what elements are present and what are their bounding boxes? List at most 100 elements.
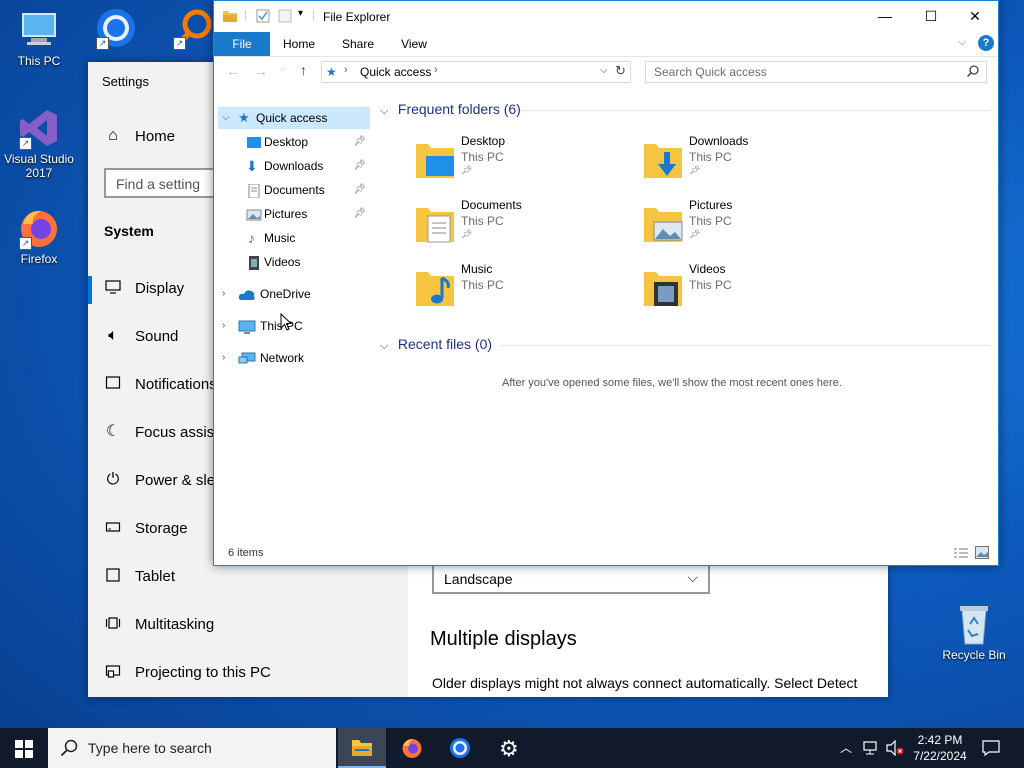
frequent-folders-header[interactable]: ⌵ Frequent folders (6) [380, 101, 521, 118]
recent-locations-icon[interactable]: ⌵ [280, 63, 287, 74]
settings-item-projecting[interactable]: Projecting to this PC [88, 654, 408, 694]
folder-tile-desktop[interactable]: Desktop This PC 📌︎ [414, 134, 634, 190]
settings-item-label: Display [135, 280, 185, 297]
address-dropdown-icon[interactable]: ⌵ [600, 65, 608, 76]
folder-name: Documents [461, 198, 522, 212]
settings-item-label: Sound [135, 328, 179, 345]
nav-item-network[interactable]: › Network [218, 347, 370, 369]
minimize-button[interactable]: — [862, 1, 908, 31]
nav-item-music[interactable]: ♪ Music [218, 227, 370, 249]
desktop-icon-label: Firefox [20, 252, 58, 266]
nav-label: Documents [264, 183, 325, 197]
address-box[interactable]: ★ › Quick access › ⌵ ↻ [321, 61, 631, 83]
network-status-icon[interactable] [862, 740, 880, 759]
new-folder-icon[interactable] [278, 9, 292, 26]
nav-label: OneDrive [260, 287, 311, 301]
desktop-icon-recycle-bin[interactable]: Recycle Bin [936, 602, 1012, 662]
tab-file[interactable]: File [214, 32, 270, 56]
properties-icon[interactable] [256, 9, 270, 26]
section-divider [500, 345, 990, 346]
pin-icon: 📌︎ [461, 229, 473, 239]
nav-item-documents[interactable]: Documents 📌︎ [218, 179, 370, 201]
settings-item-label: Multitasking [135, 616, 215, 633]
maximize-button[interactable]: ☐ [908, 1, 954, 31]
pin-icon: 📌︎ [353, 184, 366, 195]
desktop-icon-chrome[interactable]: ↗ [78, 6, 154, 62]
folder-tile-documents[interactable]: Documents This PC 📌︎ [414, 198, 634, 254]
nav-item-this-pc[interactable]: › This PC [218, 315, 370, 337]
tab-home[interactable]: Home [278, 32, 320, 56]
back-arrow-icon[interactable]: ← [226, 63, 240, 79]
forward-arrow-icon[interactable]: → [254, 63, 268, 79]
downloads-folder-icon [642, 138, 684, 182]
folder-tile-videos[interactable]: Videos This PC [642, 262, 862, 318]
folder-location: This PC [461, 278, 504, 292]
expand-arrow-icon[interactable]: ⌵ [222, 107, 232, 129]
desktop-folder-icon [414, 138, 456, 182]
nav-item-desktop[interactable]: Desktop 📌︎ [218, 131, 370, 153]
folder-tile-downloads[interactable]: Downloads This PC 📌︎ [642, 134, 862, 190]
settings-item-label: Tablet [135, 568, 176, 585]
refresh-icon[interactable]: ↻ [615, 63, 626, 79]
up-arrow-icon[interactable]: ↑ [300, 62, 307, 78]
expand-ribbon-icon[interactable]: ⌵ [958, 36, 966, 49]
volume-muted-icon[interactable] [886, 739, 904, 759]
search-input[interactable]: Search Quick access [645, 61, 987, 83]
settings-item-multitasking[interactable]: Multitasking [88, 606, 408, 646]
recent-files-header[interactable]: ⌵ Recent files (0) [380, 336, 492, 353]
projecting-icon [104, 663, 122, 681]
taskbar: Type here to search ⚙ ︿ 2:42 PM 7/22/202… [0, 728, 1024, 768]
collapse-chevron-icon[interactable]: ⌵ [380, 105, 394, 118]
pin-icon: 📌︎ [353, 160, 366, 171]
explorer-title-bar[interactable]: | ▾ | File Explorer — ☐ ✕ [214, 1, 998, 32]
taskbar-search-input[interactable]: Type here to search [48, 728, 336, 768]
large-icons-view-icon[interactable] [975, 546, 989, 562]
folder-name: Desktop [461, 134, 506, 148]
search-icon [966, 64, 980, 81]
multiple-displays-text: Older displays might not always connect … [432, 675, 858, 691]
folder-tile-pictures[interactable]: Pictures This PC 📌︎ [642, 198, 862, 254]
close-button[interactable]: ✕ [952, 1, 998, 31]
settings-section-heading: System [104, 223, 154, 239]
tab-view[interactable]: View [394, 32, 434, 56]
folder-tile-music[interactable]: Music This PC [414, 262, 634, 318]
nav-label: Network [260, 351, 305, 365]
show-hidden-icons-chevron-icon[interactable]: ︿ [840, 739, 852, 756]
action-center-icon[interactable] [982, 739, 1000, 760]
file-explorer-window[interactable]: | ▾ | File Explorer — ☐ ✕ File Home Shar… [213, 0, 999, 566]
multiple-displays-heading: Multiple displays [430, 628, 577, 650]
customize-toolbar-icon[interactable]: ▾ [298, 8, 303, 19]
desktop-icon-label: This PC [17, 54, 61, 68]
orientation-dropdown[interactable]: Landscape ⌵ [432, 564, 710, 594]
nav-label: Downloads [264, 159, 324, 173]
nav-item-onedrive[interactable]: › OneDrive [218, 283, 370, 305]
windows-start-icon[interactable] [15, 740, 33, 761]
taskbar-clock[interactable]: 2:42 PM 7/22/2024 [905, 732, 975, 764]
expand-arrow-icon[interactable]: › [222, 347, 232, 369]
nav-item-pictures[interactable]: Pictures 📌︎ [218, 203, 370, 225]
tab-share[interactable]: Share [336, 32, 380, 56]
film-icon [246, 255, 262, 270]
help-icon[interactable]: ? [978, 35, 994, 51]
taskbar-app-firefox[interactable] [388, 728, 436, 768]
collapse-chevron-icon[interactable]: ⌵ [380, 340, 394, 353]
settings-item-label: Projecting to this PC [135, 664, 271, 681]
details-view-icon[interactable] [953, 547, 969, 562]
breadcrumb[interactable]: Quick access [360, 65, 431, 79]
speaker-icon: 🔈︎ [108, 327, 118, 344]
document-icon [246, 183, 262, 199]
taskbar-app-settings[interactable]: ⚙ [486, 728, 534, 768]
nav-item-videos[interactable]: Videos [218, 251, 370, 273]
taskbar-app-chrome[interactable] [436, 728, 484, 768]
desktop-icon-visual-studio[interactable]: ↗ Visual Studio 2017 [1, 106, 77, 180]
taskbar-app-file-explorer[interactable] [338, 728, 386, 768]
chevron-down-icon: ⌵ [687, 569, 698, 585]
expand-arrow-icon[interactable]: › [222, 283, 232, 305]
expand-arrow-icon[interactable]: › [222, 315, 232, 337]
breadcrumb-chevron-icon[interactable]: › [434, 64, 438, 76]
desktop-icon-this-pc[interactable]: This PC [1, 8, 77, 68]
desktop-icon-firefox[interactable]: ↗ Firefox [1, 206, 77, 266]
nav-item-quick-access[interactable]: ⌵ ★ Quick access [218, 107, 370, 129]
navigation-pane: ⌵ ★ Quick access Desktop 📌︎ ⬇ Downloads … [214, 107, 372, 547]
nav-item-downloads[interactable]: ⬇ Downloads 📌︎ [218, 155, 370, 177]
